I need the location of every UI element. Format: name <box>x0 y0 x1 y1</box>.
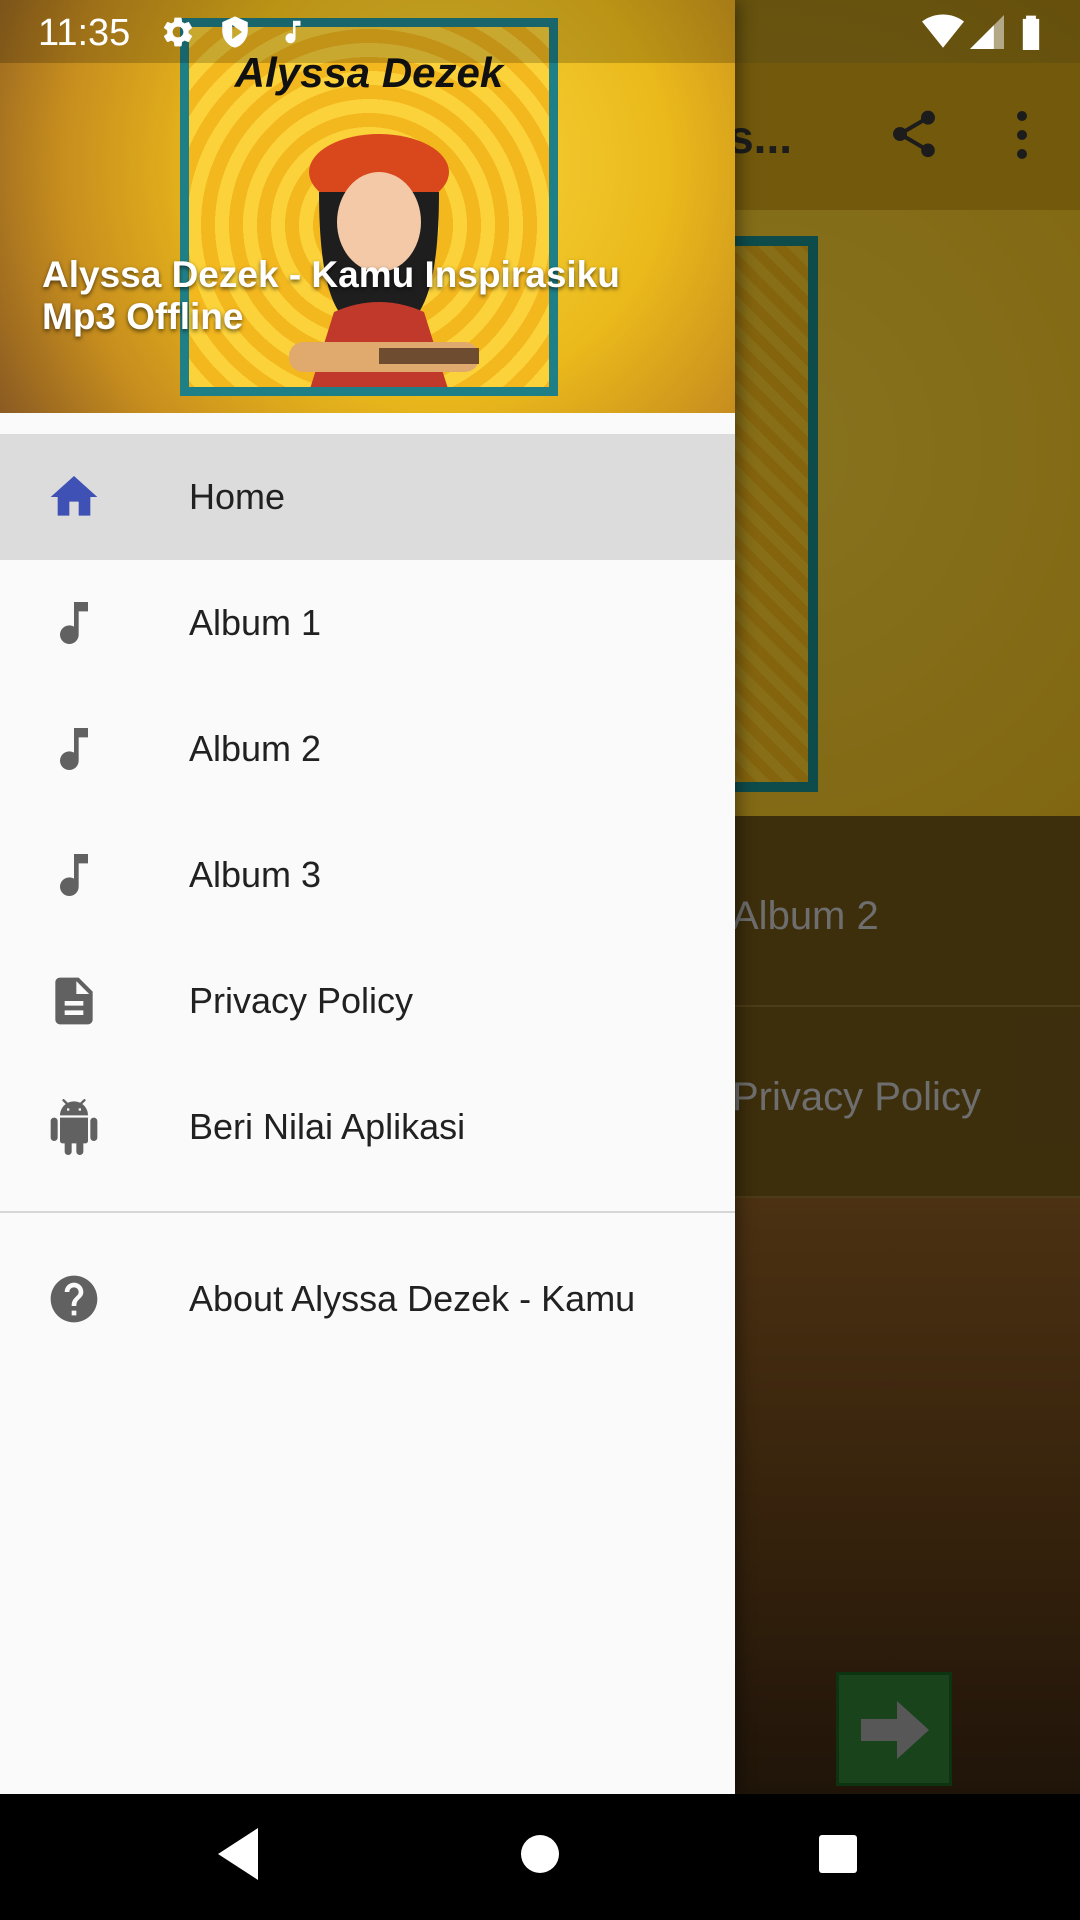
menu-item-label: About Alyssa Dezek - Kamu <box>189 1278 636 1319</box>
battery-icon <box>1022 15 1040 50</box>
settings-icon <box>163 17 193 47</box>
menu-item-label: Beri Nilai Aplikasi <box>189 1106 466 1147</box>
music-note-icon <box>60 602 88 644</box>
status-bar: 11:35 <box>0 0 1080 63</box>
menu-item-label: Privacy Policy <box>189 980 414 1021</box>
app-title: Alyssa Dezek - Kamu Inspirasiku Mp3 Offl… <box>42 254 620 337</box>
cell-signal-icon <box>970 15 1004 49</box>
artist-photo <box>289 134 479 387</box>
album-cover-image: Alyssa Dezek <box>180 18 558 396</box>
home-nav-icon[interactable] <box>512 1824 568 1884</box>
wifi-icon <box>922 14 964 48</box>
menu-item-album-1[interactable]: Album 1 <box>0 560 735 686</box>
status-time: 11:35 <box>38 12 131 54</box>
music-note-icon <box>60 854 88 896</box>
menu-item-home[interactable]: Home <box>0 434 735 560</box>
menu-item-album-2[interactable]: Album 2 <box>0 686 735 812</box>
recents-icon[interactable] <box>816 1824 860 1884</box>
music-note-icon <box>285 20 301 44</box>
shield-play-icon <box>222 16 248 48</box>
menu-item-rate-app[interactable]: Beri Nilai Aplikasi <box>0 1064 735 1190</box>
menu-item-about[interactable]: About Alyssa Dezek - Kamu <box>0 1236 735 1362</box>
menu-item-label: Album 2 <box>189 728 322 769</box>
document-icon <box>55 977 93 1025</box>
menu-item-album-3[interactable]: Album 3 <box>0 812 735 938</box>
menu-item-privacy-policy[interactable]: Privacy Policy <box>0 938 735 1064</box>
back-icon[interactable] <box>212 1824 266 1884</box>
android-icon <box>50 1099 98 1155</box>
navigation-bar <box>0 1794 1080 1920</box>
help-icon <box>50 1275 98 1323</box>
menu-item-label: Home <box>189 476 286 517</box>
drawer-menu: Home Album 1 Album 2 Album 3 Privacy Pol… <box>0 434 735 1190</box>
menu-divider <box>0 1211 735 1213</box>
menu-item-label: Album 3 <box>189 854 322 895</box>
navigation-drawer: Alyssa Dezek Alyssa Dezek - Kamu Inspira… <box>0 0 735 1794</box>
music-note-icon <box>60 728 88 770</box>
menu-item-label: Album 1 <box>189 602 322 643</box>
home-icon <box>50 476 98 516</box>
